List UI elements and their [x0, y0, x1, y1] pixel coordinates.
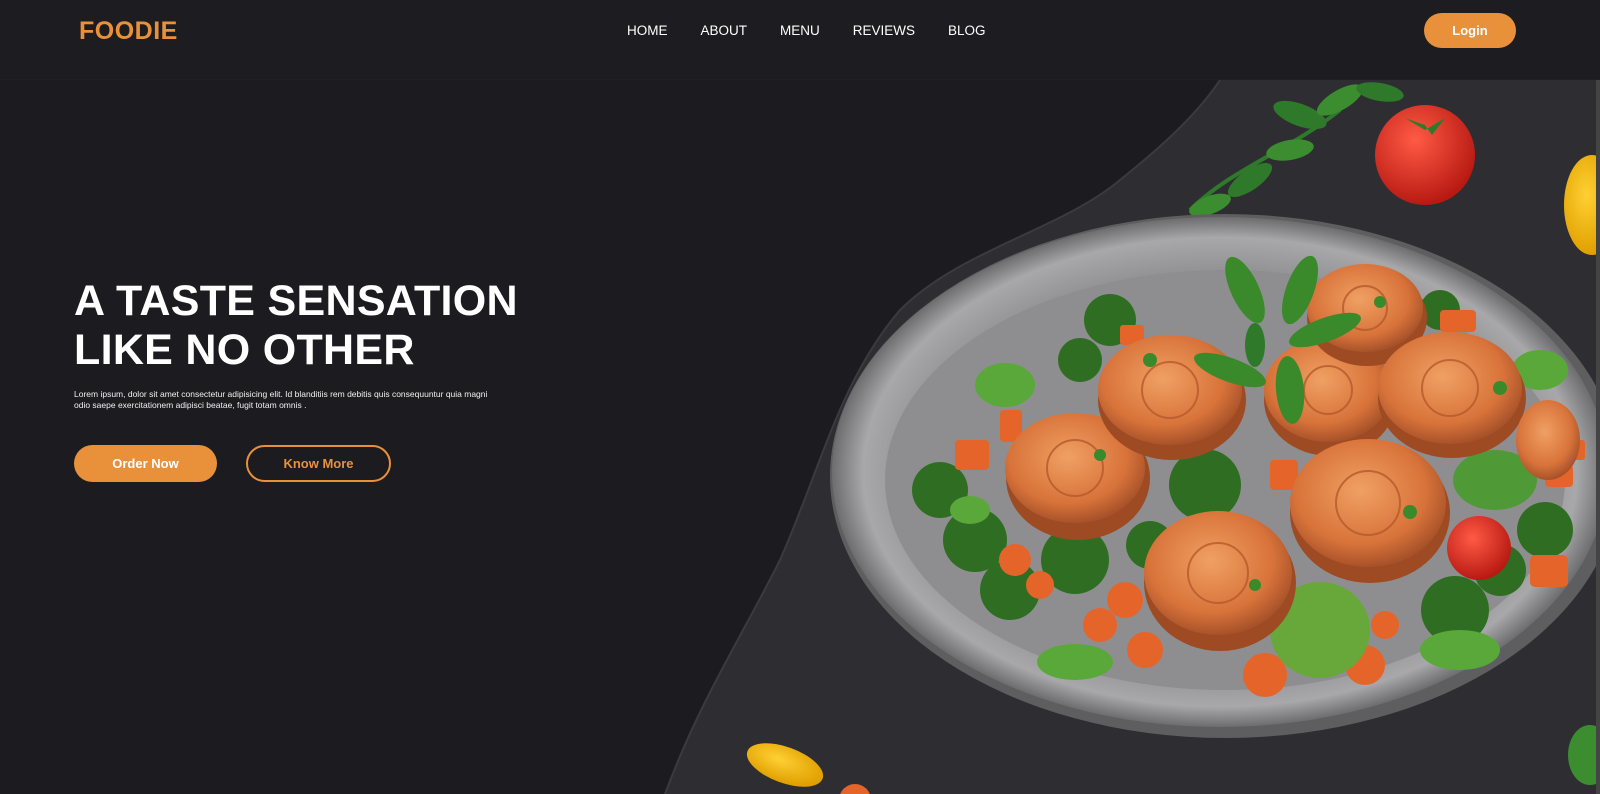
login-button[interactable]: Login [1424, 13, 1516, 48]
hero-headline-line1: A TASTE SENSATION [74, 277, 518, 325]
hero-subtitle: Lorem ipsum, dolor sit amet consectetur … [74, 389, 488, 410]
tomato [1375, 105, 1475, 205]
main-nav: HOME ABOUT MENU REVIEWS BLOG [627, 23, 1019, 38]
hero-text: A TASTE SENSATION LIKE NO OTHER Lorem ip… [74, 277, 554, 411]
nav-reviews[interactable]: REVIEWS [853, 23, 915, 38]
nav-blog[interactable]: BLOG [948, 23, 986, 38]
hero-food-image [664, 80, 1600, 794]
nav-home[interactable]: HOME [627, 23, 668, 38]
hero-headline-line2: LIKE NO OTHER [74, 326, 415, 374]
hero-headline: A TASTE SENSATION LIKE NO OTHER [74, 277, 554, 375]
page-scrollbar[interactable] [1596, 80, 1600, 794]
nav-about[interactable]: ABOUT [701, 23, 748, 38]
know-more-button[interactable]: Know More [246, 445, 391, 482]
brand-logo[interactable]: FOODIE [79, 17, 178, 46]
hero-buttons: Order Now Know More [74, 445, 391, 482]
order-now-button[interactable]: Order Now [74, 445, 217, 482]
nav-menu[interactable]: MENU [780, 23, 820, 38]
site-header: FOODIE HOME ABOUT MENU REVIEWS BLOG Logi… [0, 0, 1600, 80]
